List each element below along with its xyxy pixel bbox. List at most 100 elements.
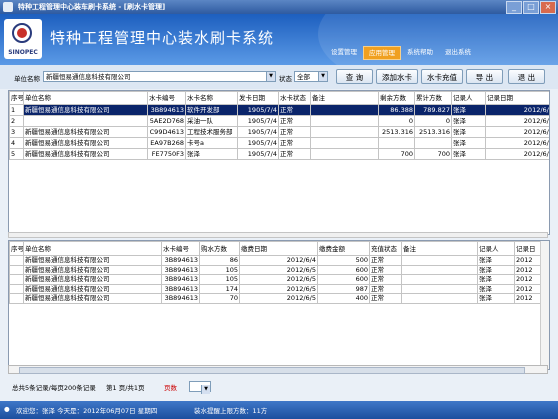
query-button[interactable]: 查 询: [336, 69, 373, 84]
table-cell[interactable]: 新疆恒易通信息科技有限公司: [23, 264, 162, 275]
table-cell[interactable]: 3B894613: [161, 283, 200, 294]
table-cell[interactable]: 2513.316: [414, 126, 452, 138]
table-cell[interactable]: 新疆恒易通信息科技有限公司: [23, 104, 148, 116]
table-cell[interactable]: 新疆恒易通信息科技有限公司: [23, 293, 162, 304]
table-cell[interactable]: 1: [9, 104, 24, 116]
table-cell[interactable]: 2012/6/5: [239, 264, 318, 275]
table-row[interactable]: 4 新疆恒易通信息科技有限公司 EA97B268 卡号a 1905/7/4 正常…: [9, 137, 549, 149]
table-cell[interactable]: 2513.316: [378, 126, 415, 138]
table-row[interactable]: 5 新疆恒易通信息科技有限公司 FE7750F3 张泽 1905/7/4 正常 …: [9, 148, 549, 160]
recharge-button[interactable]: 水卡充值: [421, 69, 463, 84]
table-cell[interactable]: 86: [199, 255, 240, 266]
table-cell[interactable]: 3B894613: [147, 104, 186, 116]
table-cell[interactable]: [401, 293, 478, 304]
table-cell[interactable]: FE7750F3: [147, 148, 186, 160]
column-header[interactable]: 记录日: [514, 241, 542, 256]
table-cell[interactable]: 2012/6/4: [485, 126, 549, 138]
table-cell[interactable]: 新疆恒易通信息科技有限公司: [23, 283, 162, 294]
table-cell[interactable]: 张泽: [477, 274, 515, 285]
table-cell[interactable]: 张泽: [477, 264, 515, 275]
table-cell[interactable]: 正常: [369, 293, 402, 304]
table-cell[interactable]: 2012: [514, 274, 542, 285]
table-cell[interactable]: 正常: [369, 274, 402, 285]
table-cell[interactable]: [310, 115, 379, 127]
table-cell[interactable]: 正常: [369, 264, 402, 275]
table-cell[interactable]: 174: [199, 283, 240, 294]
table-cell[interactable]: [9, 255, 24, 266]
table-cell[interactable]: 张泽: [451, 148, 486, 160]
column-header[interactable]: 记录人: [477, 241, 515, 256]
table-cell[interactable]: 工程技术服务部: [185, 126, 238, 138]
table-row[interactable]: 2 5AE2D768 采油一队 1905/7/4 正常 0 0 张泽 2012/…: [9, 115, 549, 127]
table-cell[interactable]: 新疆恒易通信息科技有限公司: [23, 274, 162, 285]
table-cell[interactable]: 2012/6/5: [239, 293, 318, 304]
table-cell[interactable]: 5AE2D768: [147, 115, 186, 127]
table-cell[interactable]: 2012/6/4: [485, 137, 549, 149]
table-cell[interactable]: 2012/6/3: [485, 148, 549, 160]
menu-settings[interactable]: 设置管理: [327, 46, 361, 58]
table-cell[interactable]: [9, 283, 24, 294]
column-header[interactable]: 累计方数: [414, 91, 452, 105]
table-cell[interactable]: 张泽: [185, 148, 238, 160]
table-cell[interactable]: [401, 255, 478, 266]
table-cell[interactable]: 987: [317, 283, 370, 294]
table-cell[interactable]: [401, 283, 478, 294]
close-button[interactable]: ×: [540, 1, 556, 14]
table-cell[interactable]: 5: [9, 148, 24, 160]
table-cell[interactable]: 2012: [514, 255, 542, 266]
table-cell[interactable]: 0: [414, 115, 452, 127]
table-cell[interactable]: 卡号a: [185, 137, 238, 149]
table-cell[interactable]: 张泽: [451, 137, 486, 149]
cards-table-scrollbar[interactable]: [8, 232, 548, 238]
table-cell[interactable]: 新疆恒易通信息科技有限公司: [23, 137, 148, 149]
table-cell[interactable]: 3B894613: [161, 293, 200, 304]
table-cell[interactable]: 正常: [278, 126, 311, 138]
table-cell[interactable]: 105: [199, 264, 240, 275]
scrollbar-thumb[interactable]: [19, 367, 525, 374]
table-cell[interactable]: 2012/6/4: [485, 115, 549, 127]
table-cell[interactable]: 2: [9, 115, 24, 127]
chevron-down-icon[interactable]: ▼: [266, 72, 275, 81]
chevron-down-icon[interactable]: ▼: [201, 385, 210, 394]
table-cell[interactable]: [310, 148, 379, 160]
column-header[interactable]: 记录人: [451, 91, 486, 105]
table-cell[interactable]: 1905/7/4: [237, 104, 279, 116]
table-cell[interactable]: 700: [378, 148, 415, 160]
table-cell[interactable]: 1905/7/4: [237, 137, 279, 149]
table-cell[interactable]: 4: [9, 137, 24, 149]
table-cell[interactable]: 2012/6/4: [239, 255, 318, 266]
column-header[interactable]: 水卡编号: [147, 91, 186, 105]
column-header[interactable]: 序号: [9, 241, 24, 256]
table-cell[interactable]: 1905/7/4: [237, 126, 279, 138]
table-cell[interactable]: [401, 274, 478, 285]
table-row[interactable]: 新疆恒易通信息科技有限公司 3B894613 70 2012/6/5 400 正…: [9, 293, 542, 304]
table-cell[interactable]: 张泽: [451, 126, 486, 138]
table-cell[interactable]: 70: [199, 293, 240, 304]
table-row[interactable]: 1 新疆恒易通信息科技有限公司 3B894613 软件开发部 1905/7/4 …: [9, 104, 549, 116]
table-cell[interactable]: C99D4613: [147, 126, 186, 138]
table-cell[interactable]: 正常: [369, 283, 402, 294]
table-cell[interactable]: 3: [9, 126, 24, 138]
menu-help[interactable]: 系统帮助: [403, 46, 437, 58]
table-cell[interactable]: 400: [317, 293, 370, 304]
table-cell[interactable]: 86.388: [378, 104, 415, 116]
table-row[interactable]: 新疆恒易通信息科技有限公司 3B894613 105 2012/6/5 600 …: [9, 274, 542, 285]
table-cell[interactable]: [9, 293, 24, 304]
table-cell[interactable]: 1905/7/4: [237, 148, 279, 160]
column-header[interactable]: 缴费金额: [317, 241, 370, 256]
table-cell[interactable]: 张泽: [477, 255, 515, 266]
table-cell[interactable]: 789.827: [414, 104, 452, 116]
table-cell[interactable]: 2012/6/5: [239, 283, 318, 294]
table-cell[interactable]: 新疆恒易通信息科技有限公司: [23, 148, 148, 160]
purchase-table-hscrollbar[interactable]: [8, 365, 548, 374]
table-cell[interactable]: 新疆恒易通信息科技有限公司: [23, 126, 148, 138]
table-cell[interactable]: 2012: [514, 293, 542, 304]
column-header[interactable]: 备注: [310, 91, 379, 105]
column-header[interactable]: 序号: [9, 91, 24, 105]
status-select[interactable]: 全部 ▼: [294, 71, 328, 82]
unit-select[interactable]: 新疆恒易通信息科技有限公司 ▼: [43, 71, 276, 82]
table-cell[interactable]: [378, 137, 415, 149]
table-cell[interactable]: 2012: [514, 264, 542, 275]
table-cell[interactable]: 张泽: [451, 115, 486, 127]
column-header[interactable]: 水卡编号: [161, 241, 200, 256]
